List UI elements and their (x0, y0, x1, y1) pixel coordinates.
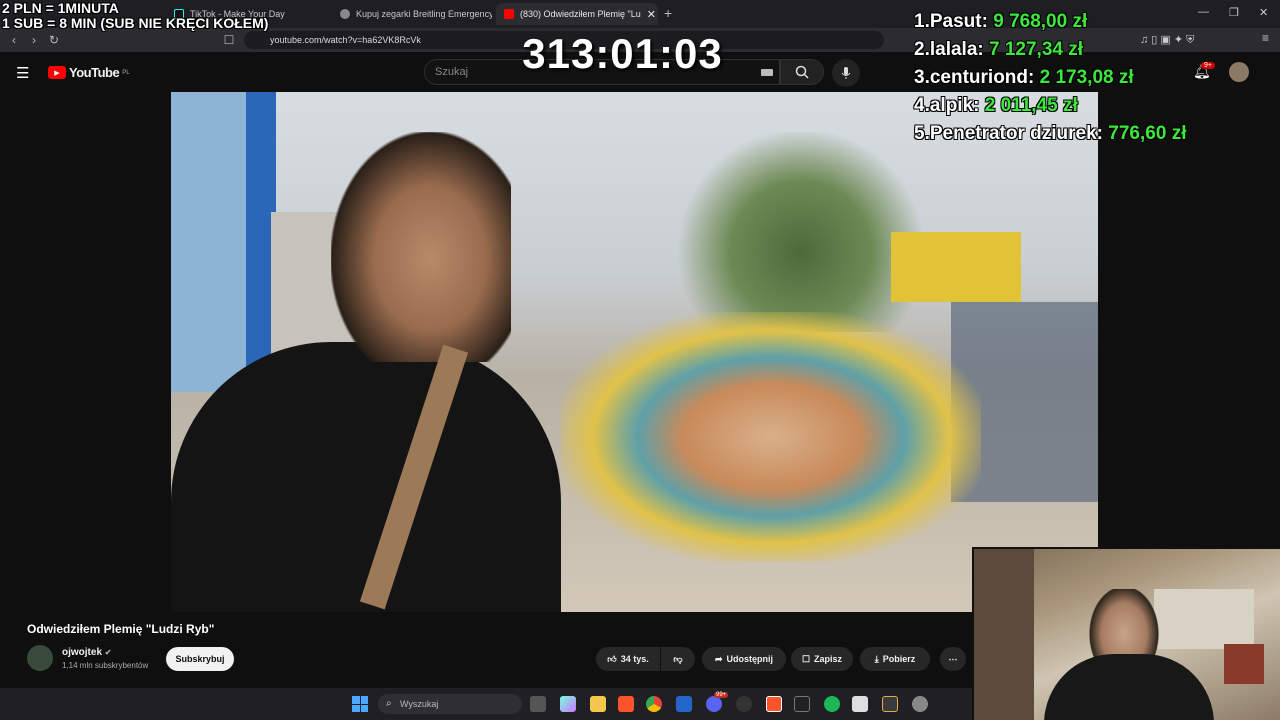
brave-icon[interactable] (618, 696, 634, 712)
chrome-icon[interactable] (646, 696, 662, 712)
rule-line-1: 2 PLN = 1MINUTA (2, 0, 119, 16)
hamburger-menu-icon[interactable]: ☰ (16, 64, 29, 82)
subathon-timer: 313:01:03 (522, 30, 723, 77)
keyboard-icon[interactable] (761, 68, 773, 76)
store-icon[interactable] (676, 696, 692, 712)
logo-text: YouTube (69, 65, 120, 80)
obs-icon[interactable] (736, 696, 752, 712)
menu-icon[interactable]: ≡ (1262, 31, 1269, 45)
forward-icon[interactable]: › (26, 32, 42, 48)
leaderboard-row: 2.lalala: 7 127,34 zł (914, 39, 1084, 60)
new-tab-icon[interactable]: + (664, 5, 672, 21)
app-icon[interactable] (794, 696, 810, 712)
calculator-icon[interactable] (852, 696, 868, 712)
close-icon[interactable]: ✕ (647, 8, 656, 21)
youtube-logo[interactable]: ▶ YouTube PL (48, 65, 130, 80)
share-button[interactable]: ➦ Udostępnij (702, 647, 786, 671)
donation-leaderboard: 1.Pasut: 9 768,00 zł 2.lalala: 7 127,34 … (914, 8, 1186, 148)
maximize-icon[interactable]: ❐ (1229, 6, 1239, 19)
copilot-icon[interactable] (560, 696, 576, 712)
save-label: Zapisz (814, 654, 843, 664)
tab-breitling[interactable]: Kupuj zegarki Breitling Emergency II (332, 3, 492, 25)
video-title: Odwiedziłem Plemię "Ludzi Ryb" (27, 622, 215, 636)
video-scene-children (561, 312, 981, 562)
leaderboard-row: 5.Penetrator dziurek: 776,60 zł (914, 123, 1187, 144)
bookmark-icon[interactable]: ☐ (221, 32, 237, 48)
youtube-icon (504, 9, 514, 19)
video-scene-man-head (331, 132, 511, 362)
windows-start-icon[interactable] (352, 696, 368, 712)
thumbs-up-icon: 👍︎ (607, 653, 617, 664)
share-label: Udostępnij (726, 654, 774, 664)
download-icon: ⤓ (874, 653, 879, 664)
search-placeholder: Szukaj (435, 66, 469, 78)
like-count: 34 tys. (620, 654, 649, 664)
task-view-icon[interactable] (530, 696, 546, 712)
leaderboard-row: 1.Pasut: 9 768,00 zł (914, 11, 1088, 32)
channel-avatar[interactable] (27, 645, 53, 671)
subscribe-button[interactable]: Subskrybuj (166, 647, 234, 671)
video-player[interactable] (171, 92, 1098, 612)
brave-active-icon[interactable] (766, 696, 782, 712)
avatar[interactable] (1229, 62, 1249, 82)
globe-icon (340, 9, 350, 19)
tab-label: Kupuj zegarki Breitling Emergency II (356, 9, 492, 19)
download-label: Pobierz (882, 654, 916, 664)
spotify-icon[interactable] (824, 696, 840, 712)
webcam-kitchen (1154, 589, 1254, 649)
region-code: PL (122, 69, 130, 76)
webcam-streamer-body (1044, 654, 1214, 720)
taskbar-search[interactable]: Wyszukaj (378, 694, 522, 714)
channel-name[interactable]: ojwojtek ✔ (62, 647, 112, 658)
save-button[interactable]: ☐ Zapisz (791, 647, 853, 671)
settings-icon[interactable] (912, 696, 928, 712)
back-icon[interactable]: ‹ (6, 32, 22, 48)
file-explorer-icon[interactable] (590, 696, 606, 712)
video-scene-man-body (171, 342, 561, 612)
notification-badge: 9+ (1201, 62, 1215, 69)
video-scene-yellow-house (891, 232, 1021, 302)
url-text: youtube.com/watch?v=ha62VK8RcVk (270, 35, 421, 45)
search-button[interactable] (780, 59, 824, 85)
share-icon: ➦ (714, 653, 723, 664)
more-icon: ⋯ (948, 653, 958, 664)
webcam-feed (972, 547, 1280, 720)
microphone-icon (841, 67, 851, 79)
leaderboard-row: 3.centuriond: 2 173,08 zł (914, 67, 1134, 88)
tab-youtube[interactable]: (830) Odwiedziłem Plemię "Lu ✕ (496, 3, 658, 25)
discord-badge: 99+ (714, 692, 729, 698)
like-button[interactable]: 👍︎ 34 tys. (596, 647, 660, 671)
rule-line-2: 1 SUB = 8 MIN (SUB NIE KRĘCI KOŁEM) (2, 15, 269, 31)
webcam-curtain (974, 549, 1034, 720)
search-icon (795, 65, 809, 79)
verified-icon: ✔ (104, 648, 112, 657)
league-icon[interactable] (882, 696, 898, 712)
window-close-icon[interactable]: ✕ (1259, 6, 1268, 19)
search-icon: ⌕ (386, 698, 392, 709)
tab-label: (830) Odwiedziłem Plemię "Lu (520, 9, 641, 19)
taskbar-search-placeholder: Wyszukaj (400, 699, 439, 709)
download-button[interactable]: ⤓ Pobierz (860, 647, 930, 671)
more-actions-button[interactable]: ⋯ (940, 647, 966, 671)
subscriber-count: 1,14 mln subskrybentów (62, 661, 149, 670)
webcam-chair (1224, 644, 1264, 684)
play-icon: ▶ (48, 66, 66, 79)
thumbs-down-icon: 👎︎ (673, 653, 683, 664)
reload-icon[interactable]: ↻ (46, 32, 62, 48)
minimize-icon[interactable]: — (1198, 6, 1209, 18)
channel-name-text: ojwojtek (62, 647, 103, 658)
voice-search-button[interactable] (832, 59, 860, 87)
bookmark-add-icon: ☐ (801, 653, 811, 664)
leaderboard-row: 4.alpik: 2 011,45 zł (914, 95, 1078, 116)
donation-rules-overlay: 2 PLN = 1MINUTA 1 SUB = 8 MIN (SUB NIE K… (2, 1, 268, 31)
dislike-button[interactable]: 👎︎ (661, 647, 695, 671)
discord-icon[interactable] (706, 696, 722, 712)
